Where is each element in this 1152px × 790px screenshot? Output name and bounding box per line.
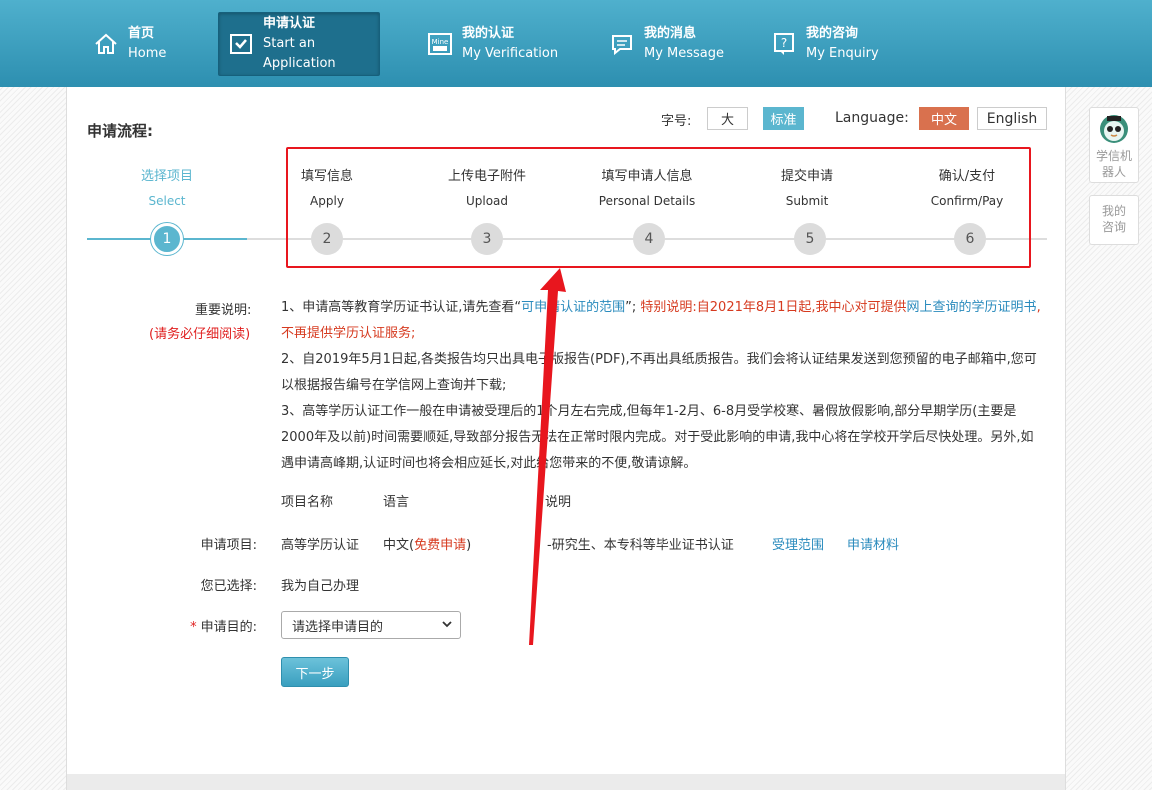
col-description: 说明 — [545, 495, 572, 510]
notes-sublabel: (请务必仔细阅读) — [149, 327, 251, 342]
nav-home[interactable]: 首页 Home — [94, 12, 166, 76]
project-description: -研究生、本专科等毕业证书认证 — [547, 538, 734, 553]
notes-content: 1、申请高等教育学历证书认证,请先查看“可申请认证的范围”; 特别说明:自202… — [281, 295, 1041, 477]
scope-link[interactable]: 可申请认证的范围 — [521, 300, 625, 315]
nav-home-en: Home — [128, 46, 167, 61]
selected-value: 我为自己办理 — [281, 579, 360, 594]
nav-my-message[interactable]: 我的消息 My Message — [610, 12, 724, 76]
language-en-button[interactable]: English — [977, 107, 1047, 130]
col-project-name: 项目名称 — [281, 495, 334, 510]
my-enquiry-widget[interactable]: 我的咨询 — [1089, 195, 1139, 245]
nav-verification-en: My Verification — [462, 46, 559, 61]
language-zh-button[interactable]: 中文 — [919, 107, 969, 130]
step-label-zh: 选择项目 — [140, 169, 193, 184]
nav-start-application[interactable]: 申请认证 Start an Application — [218, 12, 380, 76]
selected-label: 您已选择: — [200, 579, 257, 594]
note-1-text-b: ”; — [625, 300, 641, 315]
nav-message-en: My Message — [644, 46, 725, 61]
note-3: 3、高等学历认证工作一般在申请被受理后的1个月左右完成,但每年1-2月、6-8月… — [281, 404, 1034, 471]
home-icon — [94, 32, 118, 56]
step-label-en: Select — [148, 194, 186, 208]
language-label: Language: — [835, 110, 909, 126]
nav-verification-zh: 我的认证 — [462, 26, 515, 41]
svg-text:Mine: Mine — [432, 38, 449, 46]
next-step-button[interactable]: 下一步 — [281, 657, 349, 687]
my-enquiry-label: 我的咨询 — [1101, 204, 1126, 234]
nav-application-en: Start an Application — [263, 36, 336, 71]
svg-text:?: ? — [781, 36, 787, 50]
nav-home-zh: 首页 — [128, 26, 155, 41]
main-panel: 申请流程: 字号: 大 标准 Language: 中文 English 选择项目… — [66, 87, 1066, 790]
acceptance-scope-link[interactable]: 受理范围 — [772, 534, 824, 553]
step-number-1: 1 — [151, 223, 183, 255]
flow-title: 申请流程: — [87, 122, 153, 140]
panel-footer — [67, 774, 1065, 790]
note-1-text: 1、申请高等教育学历证书认证,请先查看“ — [281, 300, 522, 315]
note-1: 1、申请高等教育学历证书认证,请先查看“可申请认证的范围”; 特别说明:自202… — [281, 295, 1041, 347]
enquiry-icon: ? — [772, 32, 796, 56]
free-label: 免费申请 — [414, 538, 467, 553]
online-certificate-link[interactable]: 网上查询的学历证明书 — [907, 300, 1037, 315]
step-select: 选择项目 Select — [97, 165, 237, 208]
font-size-standard-button[interactable]: 标准 — [763, 107, 804, 130]
nav-my-enquiry[interactable]: ? 我的咨询 My Enquiry — [772, 12, 879, 76]
top-nav-bar: 首页 Home 申请认证 Start an Application Mine 我的认… — [0, 0, 1152, 87]
highlight-box — [286, 147, 1031, 268]
required-star: * — [190, 620, 197, 635]
message-icon — [610, 32, 634, 56]
nav-enquiry-zh: 我的咨询 — [806, 26, 859, 41]
verification-icon: Mine — [428, 32, 452, 56]
robot-widget[interactable]: 学信机器人 — [1089, 107, 1139, 183]
nav-message-zh: 我的消息 — [644, 26, 697, 41]
lang-prefix: 中文( — [383, 538, 415, 553]
application-materials-link[interactable]: 申请材料 — [847, 534, 899, 553]
col-language: 语言 — [383, 495, 410, 510]
project-language: 中文(免费申请) — [383, 534, 471, 553]
purpose-label-text: 申请目的: — [200, 620, 257, 635]
application-icon — [229, 32, 253, 56]
font-size-label: 字号: — [661, 114, 692, 129]
chevron-down-icon — [442, 618, 452, 633]
nav-my-verification[interactable]: Mine 我的认证 My Verification — [428, 12, 558, 76]
robot-label: 学信机器人 — [1096, 149, 1133, 179]
robot-avatar-icon — [1099, 114, 1129, 144]
project-name: 高等学历认证 — [281, 538, 360, 553]
nav-enquiry-en: My Enquiry — [806, 46, 879, 61]
purpose-select-value: 请选择申请目的 — [292, 619, 384, 635]
special-note: 特别说明:自2021年8月1日起,我中心对可提供 — [640, 300, 907, 315]
font-size-large-button[interactable]: 大 — [707, 107, 748, 130]
apply-item-label: 申请项目: — [200, 538, 257, 553]
notes-label: 重要说明: — [195, 303, 252, 318]
lang-suffix: ) — [466, 538, 472, 553]
purpose-select[interactable]: 请选择申请目的 — [281, 611, 461, 639]
purpose-label: * 申请目的: — [137, 616, 257, 635]
nav-application-zh: 申请认证 — [263, 16, 316, 31]
note-2: 2、自2019年5月1日起,各类报告均只出具电子版报告(PDF),不再出具纸质报… — [281, 352, 1037, 393]
